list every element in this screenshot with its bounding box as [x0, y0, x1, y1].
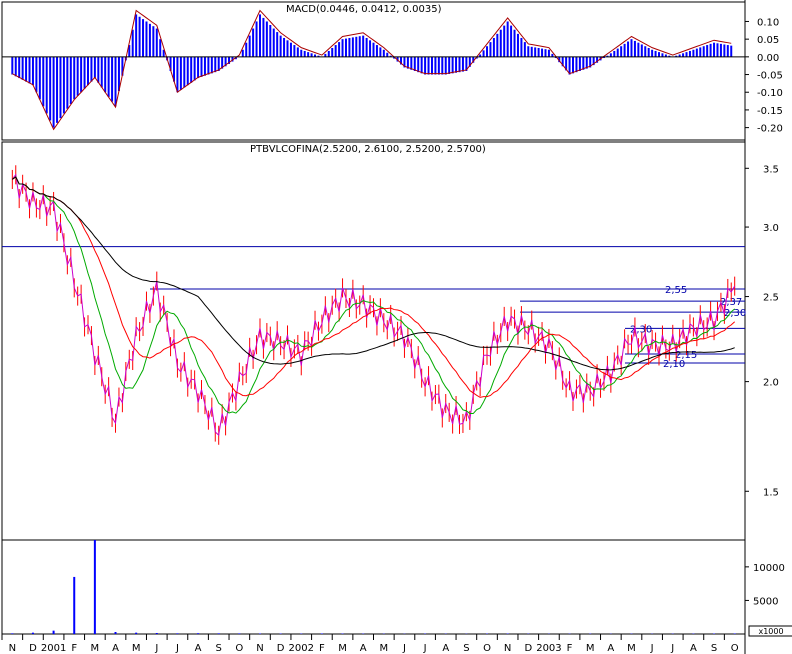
x-tick-label: A: [442, 643, 449, 654]
price-tick-label: 1.5: [763, 487, 779, 498]
moving-average-mid: [12, 176, 736, 398]
x-tick-label: A: [195, 643, 202, 654]
x-tick-label: D: [524, 643, 532, 654]
x-tick-label: A: [690, 643, 697, 654]
macd-tick-label: 0.05: [757, 35, 779, 46]
volume-unit-label: x1000: [758, 627, 783, 636]
x-tick-label: F: [567, 643, 573, 654]
macd-tick-label: -0.10: [757, 88, 783, 99]
x-tick-label: M: [91, 643, 100, 654]
x-tick-label: A: [112, 643, 119, 654]
x-tick-label: J: [670, 643, 674, 654]
x-tick-label: A: [607, 643, 614, 654]
stock-chart: 0.10 0.05 0.00 -0.05 -0.10 -0.15 -0.20 3.5 3.0 2.…: [1, 0, 792, 654]
x-tick-label: N: [9, 643, 16, 654]
x-tick-label: N: [256, 643, 263, 654]
x-tick-label: N: [504, 643, 511, 654]
x-tick-label: M: [338, 643, 347, 654]
x-tick-label: O: [235, 643, 243, 654]
x-tick-label: J: [423, 643, 427, 654]
volume-tick-label: 5000: [753, 596, 778, 607]
macd-tick-label: -0.20: [757, 124, 783, 135]
x-tick-label: S: [216, 643, 222, 654]
x-tick-label: D: [277, 643, 285, 654]
x-tick-label: F: [71, 643, 77, 654]
x-tick-label: 2003: [536, 643, 561, 654]
x-tick-label: M: [379, 643, 388, 654]
price-title: PTBVLCOFINA(2.5200, 2.6100, 2.5200, 2.57…: [250, 144, 486, 155]
x-tick-label: J: [402, 643, 406, 654]
x-tick-label: 2001: [41, 643, 66, 654]
level-label: 2,55: [665, 285, 687, 296]
x-tick-label: S: [711, 643, 717, 654]
x-tick-label: S: [463, 643, 469, 654]
x-tick-label: J: [154, 643, 158, 654]
price-tick-label: 2.0: [763, 378, 779, 389]
price-tick-label: 3.0: [763, 223, 779, 234]
volume-frame: [1, 539, 746, 635]
price-tick-label: 2.5: [763, 293, 779, 304]
macd-tick-label: 0.00: [757, 53, 779, 64]
macd-signal-line: [12, 9, 732, 131]
x-tick-label: M: [586, 643, 595, 654]
x-tick-label: A: [360, 643, 367, 654]
macd-title: MACD(0.0446, 0.0412, 0.0035): [286, 4, 442, 15]
macd-tick-label: -0.15: [757, 106, 783, 117]
x-tick-label: O: [483, 643, 491, 654]
price-tick-label: 3.5: [763, 164, 779, 175]
x-tick-label: J: [650, 643, 654, 654]
macd-frame: [1, 1, 746, 141]
x-tick-label: O: [731, 643, 739, 654]
macd-tick-label: 0.10: [757, 17, 779, 28]
level-label: 2,10: [663, 359, 685, 370]
x-tick-label: F: [319, 643, 325, 654]
volume-tick-label: 10000: [753, 563, 785, 574]
macd-tick-label: -0.05: [757, 71, 783, 82]
x-tick-label: 2002: [289, 643, 314, 654]
x-tick-label: D: [29, 643, 37, 654]
price-frame: [1, 141, 746, 541]
x-tick-label: M: [132, 643, 141, 654]
x-tick-label: M: [627, 643, 636, 654]
x-tick-label: J: [175, 643, 179, 654]
